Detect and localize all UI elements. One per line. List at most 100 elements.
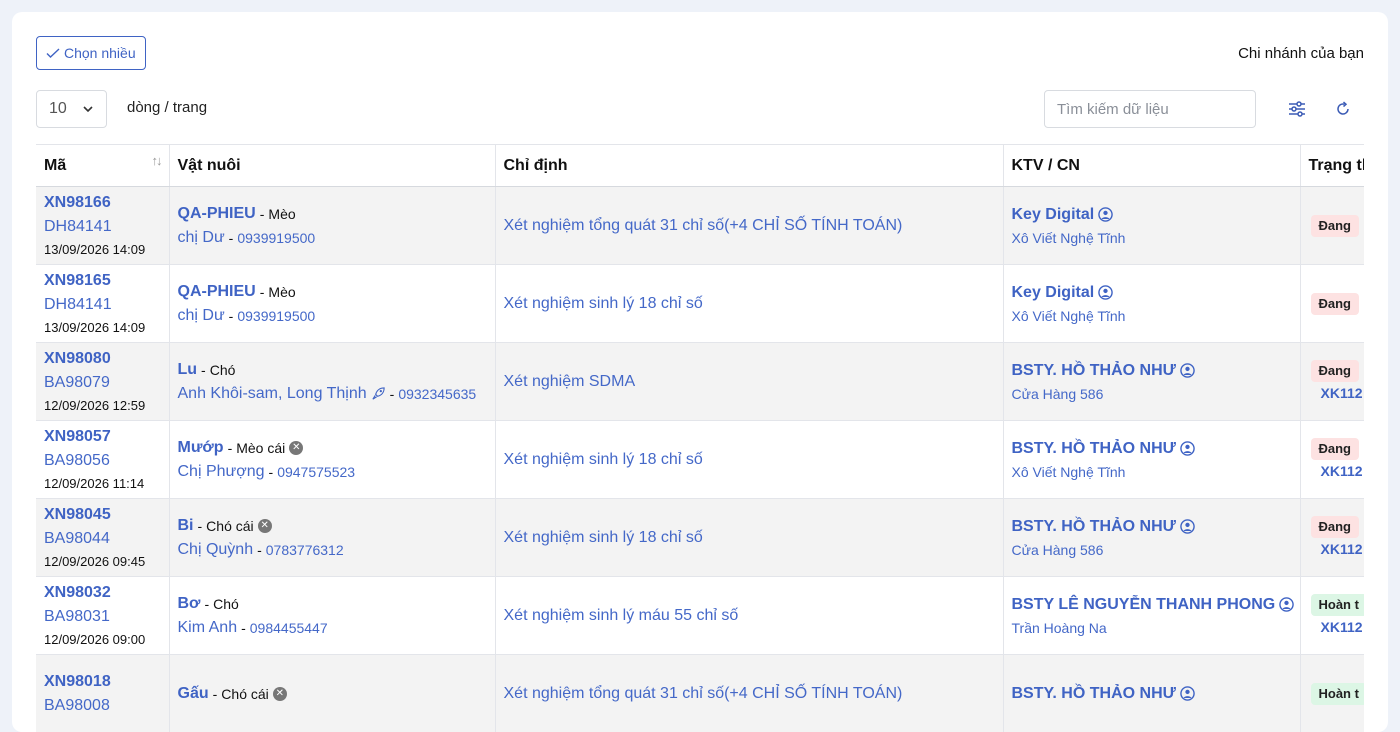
cell-code: XN98018BA98008 bbox=[36, 655, 169, 732]
ref-code-link[interactable]: BA98044 bbox=[44, 527, 161, 551]
table-row[interactable]: XN98057BA9805612/09/2026 11:14Mướp-Mèo c… bbox=[36, 421, 1364, 499]
created-datetime: 13/09/2026 14:09 bbox=[44, 239, 161, 261]
cell-status: Hoàn t bbox=[1300, 655, 1364, 732]
export-code-link[interactable]: XK112 bbox=[1311, 382, 1365, 404]
owner-name-link[interactable]: Anh Khôi-sam, Long Thịnh bbox=[178, 382, 367, 406]
page-size-select[interactable]: 10 bbox=[36, 90, 107, 128]
export-code-link[interactable]: XK112 bbox=[1311, 460, 1365, 482]
order-link[interactable]: Xét nghiệm sinh lý 18 chỉ số bbox=[504, 295, 703, 312]
main-card: Chọn nhiều Chi nhánh của bạn 10 dòng / t… bbox=[12, 12, 1388, 732]
test-code-link[interactable]: XN98080 bbox=[44, 347, 161, 371]
test-code-link[interactable]: XN98045 bbox=[44, 503, 161, 527]
ref-code-link[interactable]: DH84141 bbox=[44, 293, 161, 317]
order-link[interactable]: Xét nghiệm SDMA bbox=[504, 373, 636, 390]
ktv-name-link[interactable]: BSTY. HỒ THẢO NHƯ bbox=[1012, 515, 1176, 539]
owner-name-link[interactable]: chị Dư bbox=[178, 304, 225, 328]
owner-name-link[interactable]: Chị Phượng bbox=[178, 460, 265, 484]
test-code-link[interactable]: XN98018 bbox=[44, 670, 161, 694]
page-size-value: 10 bbox=[49, 100, 67, 118]
pet-name-link[interactable]: QA-PHIEU bbox=[178, 202, 256, 226]
pet-name-link[interactable]: Bơ bbox=[178, 592, 201, 616]
owner-phone: 0932345635 bbox=[398, 382, 476, 406]
table-row[interactable]: XN98032BA9803112/09/2026 09:00Bơ-ChóKim … bbox=[36, 577, 1364, 655]
test-code-link[interactable]: XN98166 bbox=[44, 191, 161, 215]
export-code-link[interactable]: XK112 bbox=[1311, 538, 1365, 560]
table-row[interactable]: XN98045BA9804412/09/2026 09:45Bi-Chó cái… bbox=[36, 499, 1364, 577]
order-link[interactable]: Xét nghiệm sinh lý 18 chỉ số bbox=[504, 451, 703, 468]
sliders-icon bbox=[1287, 99, 1307, 119]
order-link[interactable]: Xét nghiệm sinh lý 18 chỉ số bbox=[504, 529, 703, 546]
ktv-branch: Xô Viết Nghệ Tĩnh bbox=[1012, 305, 1292, 327]
order-link[interactable]: Xét nghiệm tổng quát 31 chỉ số(+4 CHỈ SỐ… bbox=[504, 685, 903, 702]
owner-phone: 0984455447 bbox=[250, 616, 328, 640]
ref-code-link[interactable]: BA98008 bbox=[44, 694, 161, 718]
cell-pet: Mướp-Mèo cái✕Chị Phượng-0947575523 bbox=[169, 421, 495, 499]
user-circle-icon bbox=[1180, 441, 1195, 456]
ref-code-link[interactable]: BA98079 bbox=[44, 371, 161, 395]
owner-name-link[interactable]: Chị Quỳnh bbox=[178, 538, 254, 562]
cell-status: Hoàn tXK112 bbox=[1300, 577, 1364, 655]
col-header-ktv[interactable]: KTV / CN bbox=[1003, 145, 1300, 187]
owner-name-link[interactable]: chị Dư bbox=[178, 226, 225, 250]
pet-name-link[interactable]: QA-PHIEU bbox=[178, 280, 256, 304]
user-circle-icon bbox=[1098, 285, 1113, 300]
cell-pet: Lu-ChóAnh Khôi-sam, Long Thịnh-093234563… bbox=[169, 343, 495, 421]
pet-name-link[interactable]: Lu bbox=[178, 358, 198, 382]
cell-pet: Bi-Chó cái✕Chị Quỳnh-0783776312 bbox=[169, 499, 495, 577]
search-input[interactable] bbox=[1044, 90, 1256, 128]
col-header-status[interactable]: Trạng thái bbox=[1300, 145, 1364, 187]
ktv-name-link[interactable]: BSTY. HỒ THẢO NHƯ bbox=[1012, 359, 1176, 383]
ktv-name-link[interactable]: BSTY LÊ NGUYỄN THANH PHONG bbox=[1012, 593, 1276, 617]
pet-species: Chó bbox=[213, 592, 239, 616]
ktv-name-link[interactable]: Key Digital bbox=[1012, 281, 1095, 305]
col-header-pet[interactable]: Vật nuôi bbox=[169, 145, 495, 187]
ref-code-link[interactable]: BA98056 bbox=[44, 449, 161, 473]
cell-code: XN98057BA9805612/09/2026 11:14 bbox=[36, 421, 169, 499]
test-code-link[interactable]: XN98057 bbox=[44, 425, 161, 449]
table-body: XN98166DH8414113/09/2026 14:09QA-PHIEU-M… bbox=[36, 187, 1364, 732]
cell-ktv: BSTY. HỒ THẢO NHƯ bbox=[1003, 655, 1300, 732]
pet-species: Chó cái bbox=[206, 514, 253, 538]
col-header-order[interactable]: Chỉ định bbox=[495, 145, 1003, 187]
pet-name-link[interactable]: Gấu bbox=[178, 682, 209, 706]
order-link[interactable]: Xét nghiệm sinh lý máu 55 chỉ số bbox=[504, 607, 739, 624]
filter-settings-button[interactable] bbox=[1287, 99, 1307, 119]
refresh-button[interactable] bbox=[1333, 99, 1353, 119]
table-row[interactable]: XN98165DH8414113/09/2026 14:09QA-PHIEU-M… bbox=[36, 265, 1364, 343]
ktv-name-link[interactable]: BSTY. HỒ THẢO NHƯ bbox=[1012, 682, 1176, 706]
ref-code-link[interactable]: BA98031 bbox=[44, 605, 161, 629]
cell-status: ĐangXK112 bbox=[1300, 499, 1364, 577]
owner-phone: 0783776312 bbox=[266, 538, 344, 562]
sort-icon[interactable]: ↑↓ bbox=[152, 153, 161, 168]
close-circle-icon: ✕ bbox=[258, 519, 272, 533]
table-row[interactable]: XN98166DH8414113/09/2026 14:09QA-PHIEU-M… bbox=[36, 187, 1364, 265]
order-link[interactable]: Xét nghiệm tổng quát 31 chỉ số(+4 CHỈ SỐ… bbox=[504, 217, 903, 234]
multi-select-button[interactable]: Chọn nhiều bbox=[36, 36, 146, 70]
ktv-branch: Xô Viết Nghệ Tĩnh bbox=[1012, 227, 1292, 249]
pet-species: Mèo cái bbox=[236, 436, 285, 460]
export-code-link[interactable]: XK112 bbox=[1311, 616, 1365, 638]
ktv-name-link[interactable]: Key Digital bbox=[1012, 203, 1095, 227]
test-code-link[interactable]: XN98032 bbox=[44, 581, 161, 605]
owner-phone: 0947575523 bbox=[277, 460, 355, 484]
cell-code: XN98166DH8414113/09/2026 14:09 bbox=[36, 187, 169, 265]
branch-label[interactable]: Chi nhánh của bạn bbox=[1238, 45, 1364, 62]
table-row[interactable]: XN98018BA98008Gấu-Chó cái✕Xét nghiệm tổn… bbox=[36, 655, 1364, 732]
cell-status: ĐangXK112 bbox=[1300, 421, 1364, 499]
cell-order: Xét nghiệm sinh lý 18 chỉ số bbox=[495, 499, 1003, 577]
ktv-name-link[interactable]: BSTY. HỒ THẢO NHƯ bbox=[1012, 437, 1176, 461]
cell-code: XN98045BA9804412/09/2026 09:45 bbox=[36, 499, 169, 577]
created-datetime: 12/09/2026 12:59 bbox=[44, 395, 161, 417]
cell-ktv: BSTY. HỒ THẢO NHƯCửa Hàng 586 bbox=[1003, 343, 1300, 421]
pet-name-link[interactable]: Mướp bbox=[178, 436, 224, 460]
rocket-icon bbox=[371, 386, 386, 401]
ref-code-link[interactable]: DH84141 bbox=[44, 215, 161, 239]
cell-order: Xét nghiệm tổng quát 31 chỉ số(+4 CHỈ SỐ… bbox=[495, 187, 1003, 265]
status-badge: Đang bbox=[1311, 215, 1360, 237]
col-header-code[interactable]: Mã↑↓ bbox=[36, 145, 169, 187]
table-row[interactable]: XN98080BA9807912/09/2026 12:59 Lu-ChóAnh … bbox=[36, 343, 1364, 421]
owner-name-link[interactable]: Kim Anh bbox=[178, 616, 238, 640]
close-circle-icon: ✕ bbox=[289, 441, 303, 455]
pet-name-link[interactable]: Bi bbox=[178, 514, 194, 538]
test-code-link[interactable]: XN98165 bbox=[44, 269, 161, 293]
